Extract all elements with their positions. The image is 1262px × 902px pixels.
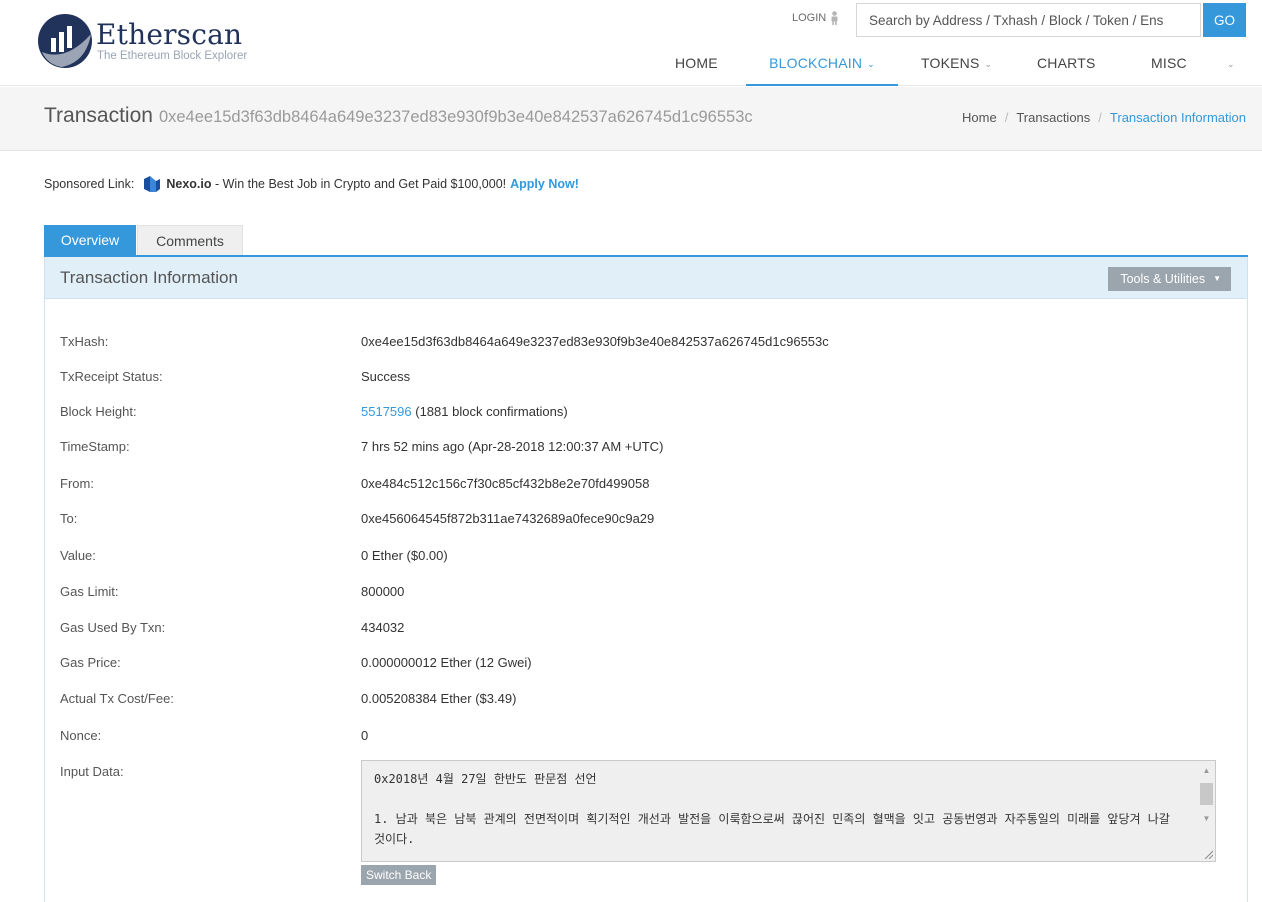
sponsored-link: Sponsored Link: Nexo.io - Win the Best J… bbox=[44, 176, 579, 192]
from-label: From: bbox=[60, 476, 94, 491]
nav-misc-label: MISC bbox=[1151, 55, 1187, 71]
nav-blockchain-label: BLOCKCHAIN bbox=[769, 55, 863, 71]
tab-overview[interactable]: Overview bbox=[44, 225, 136, 256]
scroll-up-icon[interactable]: ▲ bbox=[1198, 763, 1215, 779]
gas-used-label: Gas Used By Txn: bbox=[60, 620, 166, 635]
value-value: 0 Ether ($0.00) bbox=[361, 548, 448, 563]
nav-charts[interactable]: CHARTS bbox=[1037, 44, 1096, 86]
chevron-down-icon: ⌄ bbox=[984, 59, 993, 69]
block-value: 5517596 (1881 block confirmations) bbox=[361, 402, 568, 422]
nav-blockchain[interactable]: BLOCKCHAIN ⌄ bbox=[746, 44, 898, 86]
sponsor-brand[interactable]: Nexo.io bbox=[166, 177, 211, 191]
status-value: Success bbox=[361, 369, 411, 384]
to-label: To: bbox=[60, 511, 78, 526]
breadcrumb-current: Transaction Information bbox=[1109, 110, 1246, 125]
gas-limit-label: Gas Limit: bbox=[60, 584, 119, 599]
block-confirmations: (1881 block confirmations) bbox=[415, 404, 568, 419]
breadcrumb-separator: / bbox=[1098, 110, 1102, 125]
login-link[interactable]: LOGIN bbox=[792, 11, 839, 25]
gas-used-value: 434032 bbox=[361, 620, 405, 635]
chevron-down-icon: ⌄ bbox=[867, 59, 875, 69]
nav-more[interactable]: ⌄ bbox=[1222, 44, 1235, 86]
detail-row-status: TxReceipt Status: Success bbox=[60, 367, 1230, 387]
page-title-bar: Transaction 0xe4ee15d3f63db8464a649e3237e… bbox=[0, 87, 1262, 151]
block-label: Block Height: bbox=[60, 404, 137, 419]
nav-charts-label: CHARTS bbox=[1037, 55, 1096, 71]
caret-down-icon: ▼ bbox=[1213, 274, 1221, 283]
nav-home[interactable]: HOME bbox=[675, 44, 718, 86]
page-title-label: Transaction bbox=[44, 104, 153, 127]
detail-row-gas-limit: Gas Limit: 800000 bbox=[60, 582, 1230, 602]
value-label: Value: bbox=[60, 548, 96, 563]
nav-misc[interactable]: MISC bbox=[1151, 44, 1187, 86]
detail-row-gas-price: Gas Price: 0.000000012 Ether (12 Gwei) bbox=[60, 653, 1230, 673]
sponsor-prefix: Sponsored Link: bbox=[44, 177, 135, 191]
from-address-link[interactable]: 0xe484c512c156c7f30c85cf432b8e2e70fd4990… bbox=[361, 474, 649, 494]
user-icon bbox=[831, 11, 838, 25]
breadcrumb-separator: / bbox=[1004, 110, 1009, 125]
block-number-link[interactable]: 5517596 bbox=[361, 404, 412, 419]
nav-tokens[interactable]: TOKENS ⌄ bbox=[921, 44, 992, 86]
detail-row-nonce: Nonce: 0 bbox=[60, 726, 1230, 746]
nexo-icon bbox=[144, 176, 161, 192]
input-data-label: Input Data: bbox=[60, 764, 124, 779]
panel-title: Transaction Information bbox=[60, 268, 238, 287]
breadcrumb-transactions[interactable]: Transactions bbox=[1016, 110, 1090, 125]
txhash-value: 0xe4ee15d3f63db8464a649e3237ed83e930f9b3… bbox=[361, 334, 829, 349]
scroll-thumb[interactable] bbox=[1200, 783, 1213, 805]
nonce-value: 0 bbox=[361, 728, 369, 743]
search-go-button[interactable]: GO bbox=[1203, 3, 1246, 37]
sponsor-text: - Win the Best Job in Crypto and Get Pai… bbox=[214, 177, 507, 191]
detail-row-timestamp: TimeStamp: 7 hrs 52 mins ago (Apr-28-201… bbox=[60, 437, 1230, 457]
search-input[interactable] bbox=[856, 3, 1201, 37]
apply-now-link[interactable]: Apply Now! bbox=[510, 177, 579, 191]
gas-price-label: Gas Price: bbox=[60, 655, 121, 670]
panel-header: Transaction Information Tools & Utilitie… bbox=[45, 257, 1247, 299]
nonce-label: Nonce: bbox=[60, 728, 102, 743]
nav-home-label: HOME bbox=[675, 55, 718, 71]
switch-back-button[interactable]: Switch Back bbox=[361, 865, 437, 885]
detail-row-txhash: TxHash: 0xe4ee15d3f63db8464a649e3237ed83… bbox=[60, 332, 1230, 352]
input-data-textarea[interactable]: 0x2018년 4월 27일 한반도 판문점 선언 1. 남과 북은 남북 관계… bbox=[361, 760, 1216, 862]
transaction-panel: Transaction Information Tools & Utilitie… bbox=[44, 257, 1248, 902]
tab-comments[interactable]: Comments bbox=[137, 225, 243, 256]
detail-row-gas-used: Gas Used By Txn: 434032 bbox=[60, 618, 1230, 638]
tools-utilities-label: Tools & Utilities bbox=[1120, 272, 1206, 286]
detail-row-to: To: 0xe456064545f872b311ae7432689a0fece9… bbox=[60, 509, 1230, 529]
page-title-hash: 0xe4ee15d3f63db8464a649e3237ed83e930f9b3… bbox=[158, 108, 753, 126]
nav-tokens-label: TOKENS bbox=[921, 55, 980, 71]
detail-row-value: Value: 0 Ether ($0.00) bbox=[60, 546, 1230, 566]
tools-utilities-button[interactable]: Tools & Utilities ▼ bbox=[1108, 267, 1231, 291]
resize-grip-icon[interactable] bbox=[1203, 849, 1213, 859]
page-title: Transaction 0xe4ee15d3f63db8464a649e3237e… bbox=[44, 104, 753, 128]
brand-name: Etherscan bbox=[96, 18, 243, 51]
input-data-text: 0x2018년 4월 27일 한반도 판문점 선언 1. 남과 북은 남북 관계… bbox=[374, 772, 1170, 846]
input-data-scrollbar[interactable]: ▲ ▼ bbox=[1198, 761, 1215, 861]
etherscan-logo-icon bbox=[38, 14, 92, 68]
breadcrumb-home[interactable]: Home bbox=[962, 110, 997, 125]
etherscan-logo[interactable]: Etherscan The Ethereum Block Explorer bbox=[36, 8, 266, 70]
site-header: Etherscan The Ethereum Block Explorer LO… bbox=[0, 0, 1262, 86]
timestamp-value: 7 hrs 52 mins ago (Apr-28-2018 12:00:37 … bbox=[361, 439, 664, 454]
scroll-down-icon[interactable]: ▼ bbox=[1198, 811, 1215, 827]
gas-price-value: 0.000000012 Ether (12 Gwei) bbox=[361, 655, 532, 670]
tx-fee-value: 0.005208384 Ether ($3.49) bbox=[361, 691, 517, 706]
txhash-label: TxHash: bbox=[60, 334, 109, 349]
to-address-link[interactable]: 0xe456064545f872b311ae7432689a0fece90c9a… bbox=[361, 509, 654, 529]
tx-fee-label: Actual Tx Cost/Fee: bbox=[60, 691, 174, 706]
gas-limit-value: 800000 bbox=[361, 584, 405, 599]
detail-row-tx-fee: Actual Tx Cost/Fee: 0.005208384 Ether ($… bbox=[60, 689, 1230, 709]
login-label: LOGIN bbox=[792, 12, 827, 24]
chevron-down-icon: ⌄ bbox=[1227, 59, 1235, 69]
brand-tagline: The Ethereum Block Explorer bbox=[97, 50, 248, 62]
detail-row-from: From: 0xe484c512c156c7f30c85cf432b8e2e70… bbox=[60, 474, 1230, 494]
breadcrumb: Home / Transactions / Transaction Informatio… bbox=[962, 110, 1246, 125]
timestamp-label: TimeStamp: bbox=[60, 439, 130, 454]
status-label: TxReceipt Status: bbox=[60, 369, 163, 384]
detail-row-block: Block Height: 5517596 (1881 block confir… bbox=[60, 402, 1230, 422]
